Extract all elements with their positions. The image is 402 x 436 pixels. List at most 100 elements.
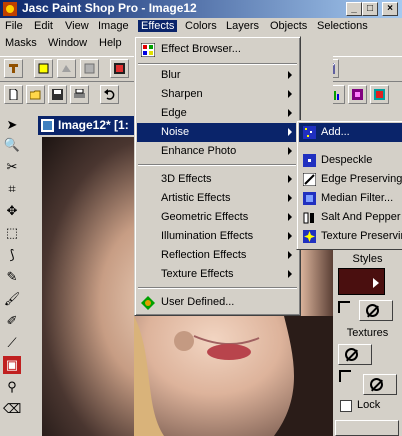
app-icon[interactable]	[2, 1, 18, 17]
effect-browser-item[interactable]: Effect Browser...	[137, 40, 298, 59]
menu-separator	[138, 287, 297, 289]
menu-separator	[138, 63, 297, 65]
palette-bottom-button[interactable]	[335, 420, 399, 436]
tool-options-button[interactable]	[4, 59, 23, 78]
submenu-item-add[interactable]: Add...	[299, 123, 402, 142]
scratch-remover-tool[interactable]: ⚲	[2, 377, 22, 397]
arrow-tool[interactable]: ➤	[2, 115, 22, 135]
image-window-titlebar[interactable]: Image12* [1:	[38, 116, 138, 135]
clone-brush-tool[interactable]: ✐	[2, 311, 22, 331]
floppy-icon	[52, 89, 63, 100]
color-palette: Styles Textures Lock	[333, 250, 402, 436]
styles-label: Styles	[352, 253, 383, 265]
menu-colors[interactable]: Colors	[185, 20, 217, 32]
menu-item-3d-effects[interactable]: 3D Effects	[137, 170, 298, 189]
median-filter-label: Median Filter...	[321, 192, 394, 204]
menu-layers[interactable]: Layers	[226, 20, 259, 32]
eyedropper-tool[interactable]: ✎	[2, 267, 22, 287]
submenu-item-salt-and-pepper[interactable]: Salt And Pepper	[299, 208, 402, 227]
maximize-button[interactable]: □	[362, 2, 378, 16]
style-none-button[interactable]	[359, 300, 393, 321]
textures-label: Textures	[346, 327, 389, 339]
menu-item-illumination-effects[interactable]: Illumination Effects	[137, 227, 298, 246]
noise-submenu: Add... Despeckle Edge Preserving Median …	[296, 120, 402, 250]
eraser-tool[interactable]: ⌫	[2, 399, 22, 419]
retouch-tool[interactable]: ▣	[2, 355, 22, 375]
none-icon	[366, 304, 379, 317]
submenu-item-edge-preserving[interactable]: Edge Preserving	[299, 170, 402, 189]
noise-label: Noise	[161, 126, 190, 138]
menu-edit[interactable]: Edit	[34, 20, 53, 32]
overview-button[interactable]	[348, 85, 367, 104]
submenu-item-median-filter[interactable]: Median Filter...	[299, 189, 402, 208]
menu-item-texture-effects[interactable]: Texture Effects	[137, 265, 298, 284]
menu-item-edge[interactable]: Edge	[137, 104, 298, 123]
menu-item-user-defined[interactable]: User Defined...	[137, 293, 298, 312]
menu-item-blur[interactable]: Blur	[137, 66, 298, 85]
crop-tool[interactable]: ⌗	[2, 179, 22, 199]
palette-button[interactable]	[110, 59, 129, 78]
swap-arrow-icon[interactable]	[338, 301, 350, 313]
menu-help[interactable]: Help	[99, 37, 122, 49]
effects-menu: Effect Browser... Blur Sharpen Edge Nois…	[134, 36, 301, 316]
minimize-button[interactable]: _	[346, 2, 362, 16]
menu-item-enhance-photo[interactable]: Enhance Photo	[137, 142, 298, 161]
lock-checkbox[interactable]	[340, 400, 352, 412]
toolbar-gap	[301, 56, 333, 120]
add-label: Add...	[321, 126, 350, 138]
menu-window[interactable]: Window	[48, 37, 87, 49]
freehand-tool[interactable]: ⟆	[2, 245, 22, 265]
texture-none-button-2[interactable]	[363, 374, 397, 395]
new-button[interactable]	[4, 85, 23, 104]
overview-icon	[352, 89, 363, 100]
geometric-effects-label: Geometric Effects	[161, 211, 249, 223]
submenu-item-despeckle[interactable]: Despeckle	[299, 151, 402, 170]
menu-effects[interactable]: Effects	[138, 20, 178, 32]
menu-file[interactable]: File	[5, 20, 23, 32]
texture-none-button[interactable]	[338, 344, 372, 365]
image-canvas[interactable]	[42, 137, 138, 436]
mover-tool[interactable]: ✥	[2, 201, 22, 221]
menu-selections[interactable]: Selections	[317, 20, 368, 32]
close-button[interactable]: ×	[382, 2, 398, 16]
open-button[interactable]	[26, 85, 45, 104]
submenu-arrow-icon	[288, 213, 292, 221]
edge-preserving-label: Edge Preserving	[321, 173, 402, 185]
texture-effects-label: Texture Effects	[161, 268, 234, 280]
undo-button[interactable]	[100, 85, 119, 104]
menu-item-sharpen[interactable]: Sharpen	[137, 85, 298, 104]
lock-label: Lock	[357, 399, 381, 411]
paint-brush-tool[interactable]: 🖌	[2, 289, 22, 309]
zoom-tool[interactable]: 🔍	[2, 135, 22, 155]
printer-icon	[74, 89, 85, 98]
sharpen-label: Sharpen	[161, 88, 203, 100]
despeckle-icon	[303, 154, 316, 167]
shape-fill-button[interactable]	[80, 59, 99, 78]
deform-tool[interactable]: ✂	[2, 157, 22, 177]
swap-arrow-icon[interactable]	[339, 370, 351, 382]
submenu-arrow-icon	[288, 232, 292, 240]
texture-preserving-icon	[303, 230, 316, 243]
rect-shape-button[interactable]	[34, 59, 53, 78]
layer-palette-button[interactable]	[370, 85, 389, 104]
menu-item-artistic-effects[interactable]: Artistic Effects	[137, 189, 298, 208]
menu-item-noise[interactable]: Noise	[137, 123, 298, 142]
illumination-effects-label: Illumination Effects	[161, 230, 254, 242]
menu-image[interactable]: Image	[98, 20, 129, 32]
submenu-item-texture-preserving[interactable]: Texture Preserving	[299, 227, 402, 246]
menu-item-geometric-effects[interactable]: Geometric Effects	[137, 208, 298, 227]
artistic-effects-label: Artistic Effects	[161, 192, 231, 204]
selection-tool[interactable]: ⬚	[2, 223, 22, 243]
salt-pepper-icon	[303, 212, 314, 224]
save-button[interactable]	[48, 85, 67, 104]
shape-style-button[interactable]	[57, 59, 76, 78]
color-replacer-tool[interactable]: ⟋	[2, 333, 22, 353]
menu-masks[interactable]: Masks	[5, 37, 37, 49]
menu-view[interactable]: View	[65, 20, 89, 32]
submenu-arrow-icon	[288, 109, 292, 117]
menu-item-reflection-effects[interactable]: Reflection Effects	[137, 246, 298, 265]
menu-objects[interactable]: Objects	[270, 20, 307, 32]
print-button[interactable]	[70, 85, 89, 104]
yellow-rect-icon	[38, 63, 49, 74]
swatch-arrow-icon[interactable]	[373, 278, 379, 288]
